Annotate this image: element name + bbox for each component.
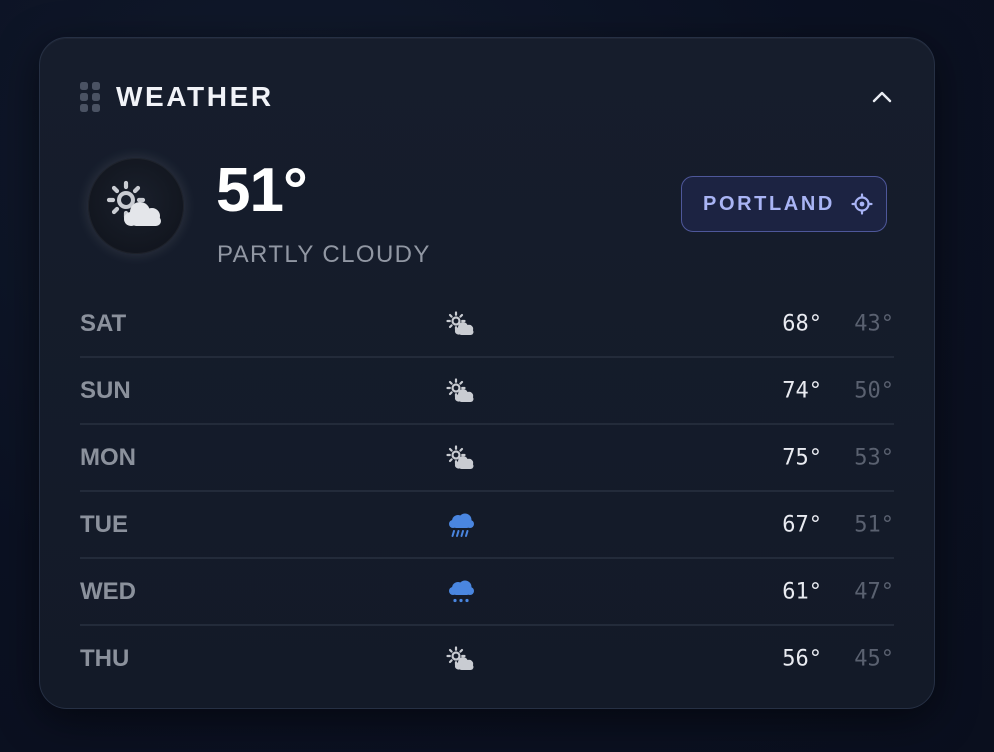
forecast-day: MON [80,443,136,471]
widget-header: WEATHER [80,80,894,114]
forecast-low: 45° [854,646,894,671]
forecast-low: 50° [854,378,894,403]
weather-widget: WEATHER 51° PARTLY CLOUDY PORTLAND SAT 6… [39,37,935,709]
partly-cloudy-icon [444,644,478,674]
location-label: PORTLAND [703,192,835,215]
rain-icon [444,510,478,540]
collapse-button[interactable] [870,85,894,109]
forecast-high: 56° [782,646,822,671]
forecast-list: SAT 68° 43° SUN 74° 50° MON 75° 53° TUE … [80,291,894,691]
forecast-day: TUE [80,510,128,538]
current-temperature: 51° [216,156,308,225]
forecast-high: 67° [782,512,822,537]
forecast-low: 51° [854,512,894,537]
forecast-high: 68° [782,311,822,336]
forecast-day: THU [80,644,130,672]
widget-title: WEATHER [116,81,274,112]
current-conditions: 51° PARTLY CLOUDY PORTLAND [88,158,887,268]
forecast-day: SUN [80,376,131,404]
forecast-row: TUE 67° 51° [80,492,894,559]
forecast-high: 75° [782,445,822,470]
forecast-row: SUN 74° 50° [80,358,894,425]
forecast-low: 53° [854,445,894,470]
forecast-low: 47° [854,579,894,604]
forecast-low: 43° [854,311,894,336]
partly-cloudy-icon [444,309,478,339]
forecast-day: WED [80,577,136,605]
partly-cloudy-icon [444,443,478,473]
forecast-high: 74° [782,378,822,403]
partly-cloudy-icon [106,180,161,226]
location-button[interactable]: PORTLAND [681,176,887,232]
partly-cloudy-icon [444,376,478,406]
forecast-row: THU 56° 45° [80,626,894,691]
forecast-row: WED 61° 47° [80,559,894,626]
forecast-row: SAT 68° 43° [80,291,894,358]
chevron-up-icon [872,91,892,103]
drag-handle-icon[interactable] [80,82,100,112]
forecast-row: MON 75° 53° [80,425,894,492]
forecast-high: 61° [782,579,822,604]
forecast-day: SAT [80,309,127,337]
current-weather-icon-container [88,158,184,254]
current-condition: PARTLY CLOUDY [217,241,431,268]
location-target-icon [851,193,873,215]
showers-icon [444,577,478,607]
